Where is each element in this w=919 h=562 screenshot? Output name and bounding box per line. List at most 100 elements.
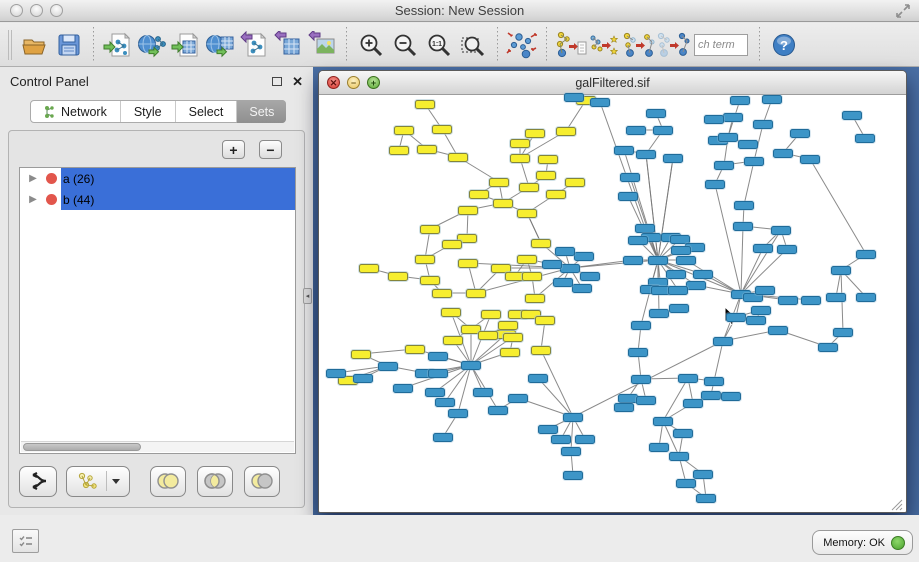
list-item[interactable]: ▶ b (44) bbox=[20, 189, 295, 210]
graph-node-blue[interactable] bbox=[646, 109, 666, 118]
graph-node-yellow[interactable] bbox=[536, 171, 556, 180]
graph-node-blue[interactable] bbox=[714, 161, 734, 170]
remove-set-button[interactable]: − bbox=[259, 140, 282, 159]
search-input[interactable]: ch term bbox=[694, 34, 748, 56]
intersect-sets-button[interactable] bbox=[197, 466, 233, 497]
graph-node-yellow[interactable] bbox=[458, 206, 478, 215]
graph-node-blue[interactable] bbox=[580, 272, 600, 281]
graph-node-yellow[interactable] bbox=[458, 259, 478, 268]
tab-network[interactable]: Network bbox=[31, 101, 121, 122]
graph-node-blue[interactable] bbox=[648, 256, 668, 265]
toolbar-drag-handle[interactable] bbox=[8, 30, 12, 60]
graph-node-blue[interactable] bbox=[790, 129, 810, 138]
float-panel-icon[interactable] bbox=[272, 77, 282, 86]
graph-node-blue[interactable] bbox=[826, 293, 846, 302]
graph-node-blue[interactable] bbox=[713, 337, 733, 346]
graph-node-blue[interactable] bbox=[762, 95, 782, 104]
graph-node-blue[interactable] bbox=[833, 328, 853, 337]
zoom-selected-region-button[interactable] bbox=[456, 27, 490, 63]
close-panel-icon[interactable]: ✕ bbox=[292, 75, 303, 88]
graph-node-blue[interactable] bbox=[733, 222, 753, 231]
graph-node-blue[interactable] bbox=[551, 435, 571, 444]
graph-node-blue[interactable] bbox=[636, 396, 656, 405]
graph-node-blue[interactable] bbox=[730, 96, 750, 105]
graph-node-blue[interactable] bbox=[428, 352, 448, 361]
graph-node-blue[interactable] bbox=[856, 250, 876, 259]
graph-node-yellow[interactable] bbox=[415, 255, 435, 264]
graph-node-blue[interactable] bbox=[590, 98, 610, 107]
graph-node-yellow[interactable] bbox=[498, 321, 518, 330]
split-set-button[interactable] bbox=[19, 466, 57, 497]
graph-node-yellow[interactable] bbox=[510, 139, 530, 148]
help-button[interactable]: ? bbox=[767, 27, 801, 63]
import-table-database-button[interactable] bbox=[203, 27, 237, 63]
add-set-button[interactable]: + bbox=[222, 140, 245, 159]
graph-node-blue[interactable] bbox=[378, 362, 398, 371]
graph-node-yellow[interactable] bbox=[448, 153, 468, 162]
graph-node-yellow[interactable] bbox=[417, 145, 437, 154]
task-history-button[interactable] bbox=[12, 529, 39, 553]
graph-node-blue[interactable] bbox=[563, 413, 583, 422]
graph-node-blue[interactable] bbox=[508, 394, 528, 403]
graph-node-blue[interactable] bbox=[561, 447, 581, 456]
graph-node-blue[interactable] bbox=[704, 377, 724, 386]
graph-node-blue[interactable] bbox=[631, 321, 651, 330]
graph-node-blue[interactable] bbox=[649, 443, 669, 452]
graph-node-yellow[interactable] bbox=[522, 272, 542, 281]
graph-node-blue[interactable] bbox=[488, 406, 508, 415]
network-annotate-button[interactable] bbox=[554, 27, 588, 63]
frame-zoom-button[interactable]: + bbox=[367, 76, 380, 89]
tab-style[interactable]: Style bbox=[121, 101, 176, 122]
graph-node-blue[interactable] bbox=[773, 149, 793, 158]
graph-node-yellow[interactable] bbox=[405, 345, 425, 354]
frame-close-button[interactable]: ✕ bbox=[327, 76, 340, 89]
graph-node-yellow[interactable] bbox=[517, 209, 537, 218]
union-sets-button[interactable] bbox=[150, 466, 186, 497]
network-view-canvas[interactable] bbox=[320, 96, 905, 513]
graph-node-blue[interactable] bbox=[855, 134, 875, 143]
sets-list[interactable]: ▶ a (26) ▶ b (44) bbox=[19, 167, 296, 454]
graph-node-blue[interactable] bbox=[683, 399, 703, 408]
graph-node-yellow[interactable] bbox=[517, 255, 537, 264]
graph-node-blue[interactable] bbox=[753, 120, 773, 129]
graph-node-blue[interactable] bbox=[433, 433, 453, 442]
tab-select[interactable]: Select bbox=[176, 101, 238, 122]
window-expand-icon[interactable] bbox=[895, 3, 911, 19]
graph-node-yellow[interactable] bbox=[535, 316, 555, 325]
graph-node-yellow[interactable] bbox=[389, 146, 409, 155]
graph-node-yellow[interactable] bbox=[531, 346, 551, 355]
graph-node-blue[interactable] bbox=[626, 126, 646, 135]
graph-node-yellow[interactable] bbox=[503, 333, 523, 342]
graph-node-yellow[interactable] bbox=[443, 336, 463, 345]
graph-node-blue[interactable] bbox=[628, 236, 648, 245]
tab-sets[interactable]: Sets bbox=[237, 100, 286, 123]
graph-node-blue[interactable] bbox=[428, 369, 448, 378]
import-table-file-button[interactable] bbox=[169, 27, 203, 63]
graph-node-yellow[interactable] bbox=[538, 155, 558, 164]
graph-node-blue[interactable] bbox=[653, 417, 673, 426]
graph-node-blue[interactable] bbox=[734, 201, 754, 210]
graph-node-blue[interactable] bbox=[696, 494, 716, 503]
export-table-button[interactable] bbox=[271, 27, 305, 63]
graph-node-blue[interactable] bbox=[726, 313, 746, 322]
memory-status-button[interactable]: Memory: OK bbox=[812, 530, 913, 555]
graph-node-yellow[interactable] bbox=[489, 178, 509, 187]
import-network-file-button[interactable] bbox=[101, 27, 135, 63]
graph-node-yellow[interactable] bbox=[388, 272, 408, 281]
export-network-button[interactable] bbox=[237, 27, 271, 63]
expand-arrow-icon[interactable]: ▶ bbox=[20, 194, 46, 205]
graph-node-blue[interactable] bbox=[693, 470, 713, 479]
save-session-button[interactable] bbox=[52, 27, 86, 63]
graph-node-blue[interactable] bbox=[631, 375, 651, 384]
graph-node-blue[interactable] bbox=[538, 425, 558, 434]
graph-node-blue[interactable] bbox=[723, 113, 743, 122]
graph-node-blue[interactable] bbox=[777, 245, 797, 254]
pane-divider-handle[interactable]: ◂ bbox=[303, 288, 312, 304]
zoom-out-button[interactable] bbox=[388, 27, 422, 63]
network-difference-button[interactable] bbox=[656, 27, 690, 63]
difference-sets-button[interactable] bbox=[244, 466, 280, 497]
network-merge-button[interactable] bbox=[588, 27, 622, 63]
window-close-button[interactable] bbox=[10, 4, 23, 17]
graph-node-blue[interactable] bbox=[831, 266, 851, 275]
graph-node-blue[interactable] bbox=[800, 155, 820, 164]
